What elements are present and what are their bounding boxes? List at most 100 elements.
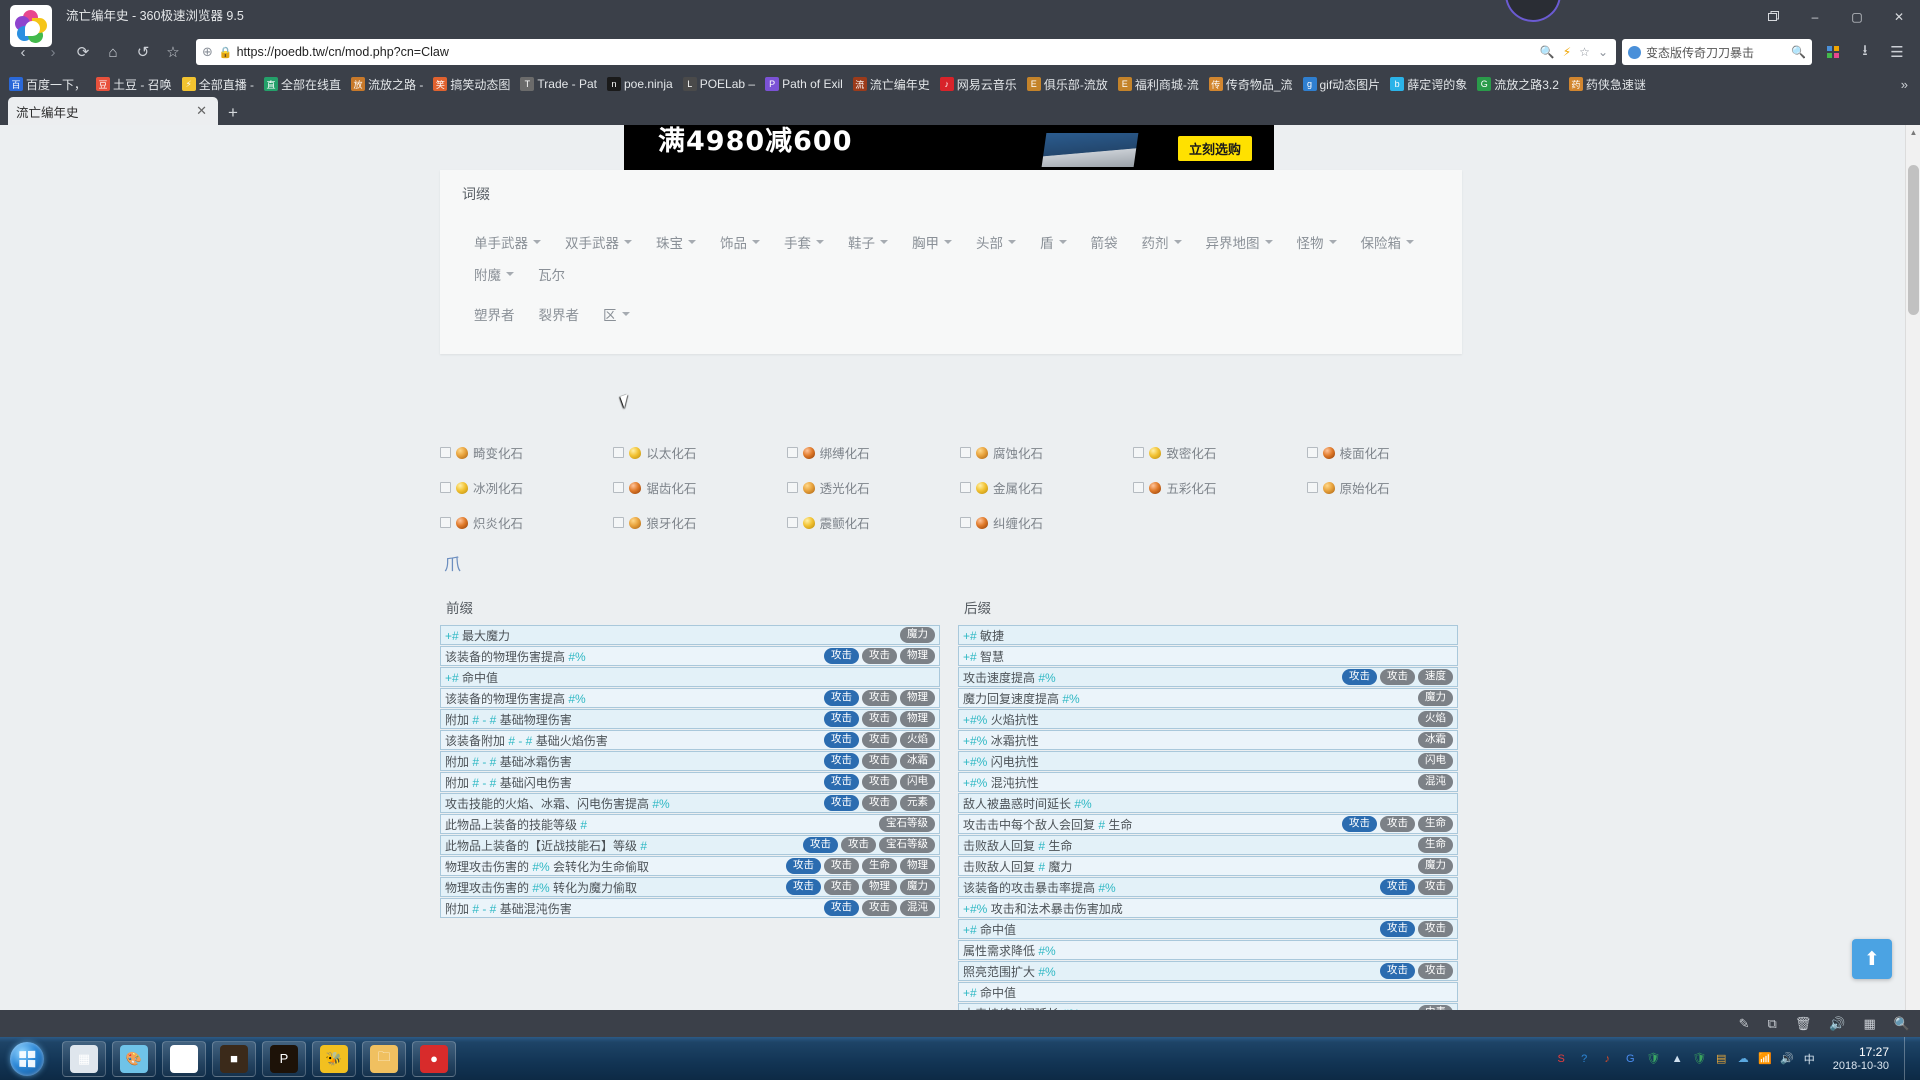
bookmark-item[interactable]: 药药侠急速谜 (1564, 74, 1651, 95)
mod-tag[interactable]: 攻击 (862, 690, 897, 706)
nav-item-10[interactable]: 药剂 (1130, 226, 1194, 258)
mod-tag[interactable]: 攻击 (1380, 879, 1415, 895)
favorite-icon[interactable]: ☆ (158, 37, 188, 67)
mod-tag[interactable]: 攻击 (786, 879, 821, 895)
reload-icon[interactable]: ⟳ (68, 37, 98, 67)
mod-tag[interactable]: 生命 (1418, 837, 1453, 853)
chrome[interactable]: G (1622, 1050, 1639, 1067)
search-icon[interactable]: 🔍 (1791, 45, 1806, 59)
grid-icon[interactable]: ▦ (1864, 1016, 1876, 1032)
taskbar-item-paint[interactable]: 🎨 (112, 1040, 156, 1077)
bookmark-item[interactable]: b 薛定谔的象 (1385, 74, 1472, 95)
mod-tag[interactable]: 攻击 (862, 732, 897, 748)
fossil-filter-item[interactable]: 畸变化石 (440, 443, 613, 462)
apps-grid-icon[interactable] (1818, 37, 1848, 67)
fossil-checkbox[interactable] (959, 447, 971, 458)
nav-item-5[interactable]: 鞋子 (836, 226, 900, 258)
tray-volume[interactable]: 🔊 (1779, 1050, 1796, 1067)
taskbar-item-calculator[interactable]: ▦ (62, 1040, 106, 1077)
fossil-filter-item[interactable]: 锯齿化石 (613, 478, 786, 497)
nav2-item-0[interactable]: 塑界者 (462, 298, 527, 330)
bookmark-item[interactable]: ♪ 网易云音乐 (935, 74, 1022, 95)
bookmark-item[interactable]: P Path of Exil (760, 75, 848, 93)
fossil-checkbox[interactable] (440, 447, 451, 458)
nav-item-2[interactable]: 珠宝 (644, 226, 708, 258)
address-bar[interactable]: ⊕ 🔒 https://poedb.tw/cn/mod.php?cn=Claw … (196, 39, 1616, 65)
fossil-checkbox[interactable] (440, 517, 451, 528)
taskbar-clock[interactable]: 17:27 2018-10-30 (1825, 1045, 1897, 1073)
fossil-filter-item[interactable]: 狼牙化石 (613, 513, 786, 532)
mod-tag[interactable]: 攻击 (841, 837, 876, 853)
bookmark-item[interactable]: 放流放之路 - (346, 74, 428, 95)
sogou-input[interactable]: S (1553, 1050, 1570, 1067)
fossil-checkbox[interactable] (1306, 482, 1318, 493)
prefix-mod-row[interactable]: 该装备的物理伤害提高 #% 攻击 攻击 物理 (440, 688, 940, 708)
mod-tag[interactable]: 魔力 (1418, 858, 1453, 874)
taskbar-item-cheat-engine[interactable]: ● (412, 1040, 456, 1077)
prefix-mod-row[interactable]: 附加 # - # 基础闪电伤害 攻击 攻击 闪电 (440, 772, 940, 792)
bookmark-item[interactable]: ⚡ 全部直播 - (177, 74, 259, 95)
page-scrollbar[interactable]: ▲ ▼ (1905, 125, 1920, 1037)
trash-icon[interactable]: 🗑 (1795, 1016, 1812, 1032)
mod-tag[interactable]: 攻击 (1380, 816, 1415, 832)
mod-tag[interactable]: 闪电 (900, 774, 935, 790)
mod-tag[interactable]: 攻击 (1418, 921, 1453, 937)
suffix-mod-row[interactable]: +# 敏捷 (958, 625, 1458, 645)
tray-folder[interactable]: ▤ (1713, 1050, 1730, 1067)
mod-tag[interactable]: 攻击 (824, 753, 859, 769)
pen-icon[interactable]: ✎ (1739, 1016, 1750, 1032)
mod-tag[interactable]: 生命 (1418, 816, 1453, 832)
mod-tag[interactable]: 攻击 (786, 858, 821, 874)
nav-item-0[interactable]: 单手武器 (462, 226, 553, 258)
prefix-mod-row[interactable]: 此物品上装备的技能等级 # 宝石等级 (440, 814, 940, 834)
fossil-checkbox[interactable] (786, 482, 798, 493)
prefix-mod-row[interactable]: +# 命中值 (440, 667, 940, 687)
mod-tag[interactable]: 物理 (900, 648, 935, 664)
tab-active[interactable]: 流亡编年史 ✕ (8, 97, 218, 125)
bookmark-item[interactable]: 百百度一下， (4, 74, 91, 95)
scroll-to-top-button[interactable]: ⬆ (1852, 939, 1892, 979)
mod-tag[interactable]: 闪电 (1418, 753, 1453, 769)
fossil-filter-item[interactable]: 绑缚化石 (786, 443, 960, 462)
prefix-mod-row[interactable]: 攻击技能的火焰、冰霜、闪电伤害提高 #% 攻击 攻击 元素 (440, 793, 940, 813)
suffix-mod-row[interactable]: 击败敌人回复 # 魔力 魔力 (958, 856, 1458, 876)
suffix-mod-row[interactable]: 照亮范围扩大 #% 攻击 攻击 (958, 961, 1458, 981)
undo-icon[interactable]: ↺ (128, 37, 158, 67)
start-button[interactable] (0, 1037, 54, 1080)
mod-tag[interactable]: 攻击 (1380, 669, 1415, 685)
nav-item-7[interactable]: 头部 (964, 226, 1028, 258)
search-box[interactable]: 变态版传奇刀刀暴击 🔍 (1622, 39, 1812, 65)
mod-tag[interactable]: 攻击 (1380, 921, 1415, 937)
fossil-filter-item[interactable]: 金属化石 (959, 478, 1133, 497)
bookmark-item[interactable]: 直全部在线直 (259, 74, 346, 95)
mod-tag[interactable]: 物理 (900, 690, 935, 706)
fossil-filter-item[interactable]: 冰冽化石 (440, 478, 613, 497)
search-input[interactable]: 变态版传奇刀刀暴击 (1646, 44, 1754, 61)
close-button[interactable]: ✕ (1878, 0, 1920, 33)
fossil-checkbox[interactable] (613, 447, 625, 458)
fossil-checkbox[interactable] (613, 482, 625, 493)
zoom-icon[interactable]: 🔍 (1540, 45, 1555, 59)
prefix-mod-row[interactable]: +# 最大魔力 魔力 (440, 625, 940, 645)
bookmark-item[interactable]: 笑搞笑动态图 (428, 74, 515, 95)
mod-tag[interactable]: 混沌 (900, 900, 935, 916)
suffix-mod-row[interactable]: 攻击击中每个敌人会回复 # 生命 攻击 攻击 生命 (958, 814, 1458, 834)
mod-tag[interactable]: 生命 (862, 858, 897, 874)
bookmark-item[interactable]: 传传奇物品_流 (1204, 74, 1298, 95)
suffix-mod-row[interactable]: +#% 闪电抗性 闪电 (958, 751, 1458, 771)
search-engine-icon[interactable] (1628, 45, 1641, 59)
mod-tag[interactable]: 魔力 (900, 627, 935, 643)
taskbar-item-browser-360[interactable]: ◎ (162, 1040, 206, 1077)
mod-tag[interactable]: 攻击 (824, 900, 859, 916)
suffix-mod-row[interactable]: +# 命中值 攻击 攻击 (958, 919, 1458, 939)
nav2-item-2[interactable]: 区 (591, 298, 642, 330)
mod-tag[interactable]: 宝石等级 (879, 837, 935, 853)
bookmark-item[interactable]: E 俱乐部-流放 (1022, 74, 1113, 95)
nav-item-6[interactable]: 胸甲 (900, 226, 964, 258)
mod-tag[interactable]: 攻击 (824, 795, 859, 811)
help[interactable]: ? (1576, 1050, 1593, 1067)
mod-tag[interactable]: 攻击 (803, 837, 838, 853)
prefix-mod-row[interactable]: 附加 # - # 基础冰霜伤害 攻击 攻击 冰霜 (440, 751, 940, 771)
search-icon[interactable]: 🔍 (1894, 1016, 1910, 1032)
mod-tag[interactable]: 魔力 (1418, 690, 1453, 706)
